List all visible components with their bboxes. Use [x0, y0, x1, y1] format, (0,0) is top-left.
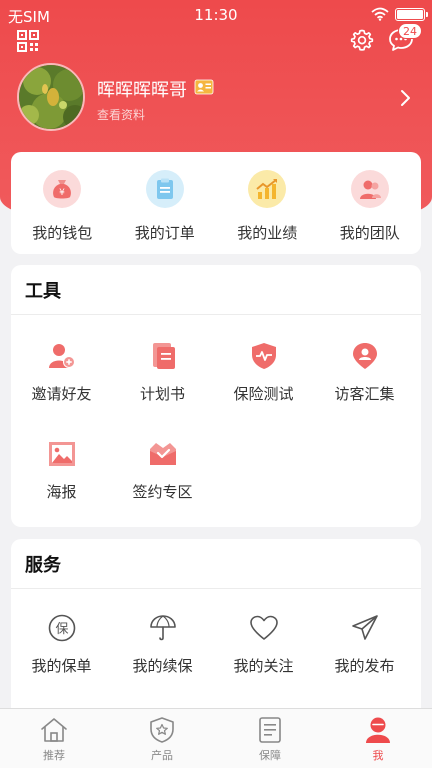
team-icon — [350, 170, 389, 208]
tab-products[interactable]: 产品 — [108, 709, 216, 768]
service-renewal[interactable]: 我的续保 — [112, 589, 213, 687]
coverage-icon — [259, 717, 281, 743]
status-time: 11:30 — [194, 6, 238, 24]
tool-visitor-collection[interactable]: 访客汇集 — [314, 315, 415, 413]
product-icon — [150, 717, 174, 743]
services-card: 服务 保 我的保单 我的续保 我的关注 我的发布 — [11, 539, 421, 719]
plan-document-icon — [152, 343, 175, 369]
quick-action-label: 我的业绩 — [237, 224, 298, 242]
contract-crown-icon — [149, 443, 176, 465]
tab-me[interactable]: 我 — [324, 709, 432, 768]
battery-icon — [395, 8, 428, 21]
verified-badge-icon — [194, 79, 214, 95]
service-following[interactable]: 我的关注 — [213, 589, 314, 687]
quick-action-orders[interactable]: 我的订单 — [114, 152, 217, 254]
svg-text:¥: ¥ — [59, 188, 65, 198]
chevron-right-icon[interactable] — [400, 89, 412, 107]
tab-recommend[interactable]: 推荐 — [0, 709, 108, 768]
settings-gear-icon[interactable] — [350, 28, 374, 52]
qr-code-icon[interactable] — [17, 30, 39, 52]
tab-label: 我 — [372, 749, 384, 762]
service-posts[interactable]: 我的发布 — [314, 589, 415, 687]
tab-label: 保障 — [259, 749, 281, 762]
tool-label: 邀请好友 — [31, 385, 92, 403]
tool-insurance-test[interactable]: 保险测试 — [213, 315, 314, 413]
visitor-location-icon — [352, 343, 377, 369]
tool-invite-friend[interactable]: 邀请好友 — [11, 315, 112, 413]
tool-label: 保险测试 — [233, 385, 294, 403]
tab-coverage[interactable]: 保障 — [216, 709, 324, 768]
tool-contract-zone[interactable]: 签约专区 — [112, 413, 213, 511]
view-profile-link[interactable]: 查看资料 — [97, 106, 145, 123]
wifi-icon — [371, 7, 389, 21]
performance-chart-icon — [248, 170, 287, 208]
invite-friend-icon — [48, 344, 75, 368]
status-bar: 无SIM 11:30 — [0, 0, 432, 30]
quick-action-performance[interactable]: 我的业绩 — [216, 152, 319, 254]
svg-text:保: 保 — [55, 622, 68, 637]
insurance-test-icon — [251, 343, 276, 369]
service-my-policy[interactable]: 保 我的保单 — [11, 589, 112, 687]
quick-action-team[interactable]: 我的团队 — [319, 152, 422, 254]
service-label: 我的发布 — [334, 657, 395, 675]
quick-actions-card: ¥ 我的钱包 我的订单 我的业绩 我的团队 — [11, 152, 421, 254]
tool-label: 海报 — [46, 483, 77, 501]
profile-icon — [366, 717, 390, 743]
tools-card: 工具 邀请好友 计划书 保险测试 访客汇集 海报 签约专区 — [11, 265, 421, 527]
avatar[interactable] — [17, 63, 85, 131]
quick-action-label: 我的订单 — [134, 224, 195, 242]
home-icon — [41, 718, 67, 742]
bottom-tab-bar: 推荐 产品 保障 我 — [0, 708, 432, 768]
umbrella-icon — [149, 615, 176, 641]
service-label: 我的关注 — [233, 657, 294, 675]
tool-plan-document[interactable]: 计划书 — [112, 315, 213, 413]
heart-icon — [249, 615, 278, 640]
send-icon — [351, 615, 378, 640]
service-label: 我的续保 — [132, 657, 193, 675]
tab-label: 产品 — [151, 749, 173, 762]
quick-action-label: 我的钱包 — [32, 224, 93, 242]
tools-section-title: 工具 — [11, 265, 421, 315]
tool-label: 访客汇集 — [334, 385, 395, 403]
quick-action-label: 我的团队 — [339, 224, 400, 242]
quick-action-wallet[interactable]: ¥ 我的钱包 — [11, 152, 114, 254]
order-icon — [145, 170, 184, 208]
username[interactable]: 晖晖晖晖哥 — [97, 76, 187, 102]
wallet-icon: ¥ — [43, 170, 82, 208]
tool-label: 签约专区 — [132, 483, 193, 501]
policy-icon: 保 — [48, 614, 75, 642]
poster-icon — [48, 442, 75, 466]
message-count-badge: 24 — [398, 23, 422, 39]
services-section-title: 服务 — [11, 539, 421, 589]
tool-label: 计划书 — [139, 385, 185, 403]
tab-label: 推荐 — [43, 749, 65, 762]
tool-poster[interactable]: 海报 — [11, 413, 112, 511]
service-label: 我的保单 — [31, 657, 92, 675]
